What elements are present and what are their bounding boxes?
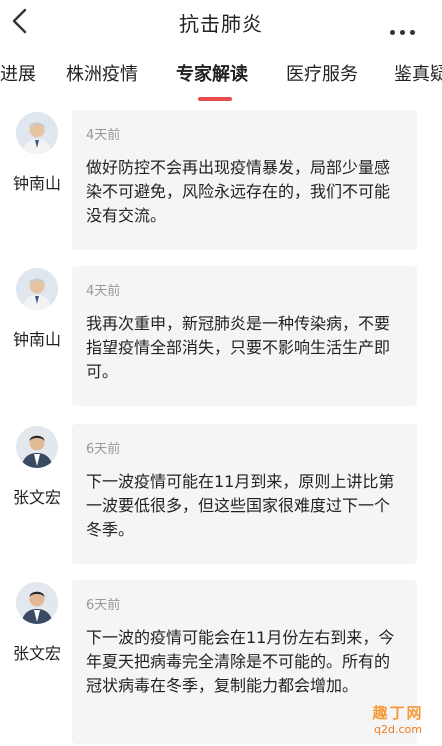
tab-zhuzhou[interactable]: 株洲疫情 — [66, 60, 138, 86]
timestamp: 4天前 — [86, 128, 121, 143]
tab-expert[interactable]: 专家解读 — [176, 60, 248, 86]
list-item: 张文宏 6天前 下一波疫情可能在11月到来，原则上讲比第一波要低很多，但这些国家… — [0, 424, 442, 574]
person-avatar-icon — [16, 268, 58, 310]
author-name: 钟南山 — [12, 330, 61, 349]
message-text: 做好防控不会再出现疫情暴发，局部少量感染不可避免，风险永远存在的，我们不可能没有… — [86, 158, 391, 225]
timestamp: 6天前 — [86, 598, 121, 613]
watermark-url: q2d.com — [374, 723, 422, 736]
timestamp: 4天前 — [86, 284, 121, 299]
person-avatar-icon — [16, 426, 58, 468]
avatar — [16, 268, 58, 310]
message-text: 我再次重申，新冠肺炎是一种传染病，不要指望疫情全部消失，只要不影响生活生产即可。 — [86, 314, 391, 381]
expert-feed: 钟南山 4天前 做好防控不会再出现疫情暴发，局部少量感染不可避免，风险永远存在的… — [0, 102, 442, 746]
author-name: 张文宏 — [12, 644, 61, 663]
more-dots-icon[interactable] — [390, 20, 420, 35]
author-name: 钟南山 — [12, 174, 61, 193]
author-name: 张文宏 — [12, 488, 61, 507]
avatar — [16, 426, 58, 468]
person-avatar-icon — [16, 112, 58, 154]
avatar — [16, 582, 58, 624]
list-item: 钟南山 4天前 做好防控不会再出现疫情暴发，局部少量感染不可避免，风险永远存在的… — [0, 110, 442, 260]
site-watermark: 趣丁网 q2d.com — [366, 702, 430, 740]
tab-verify[interactable]: 鉴真疑 — [394, 60, 442, 86]
tab-medical[interactable]: 医疗服务 — [286, 60, 358, 86]
message-text: 下一波疫情可能在11月到来，原则上讲比第一波要低很多，但这些国家很难度过下一个冬… — [86, 472, 395, 539]
tab-bar: 进展 株洲疫情 专家解读 医疗服务 鉴真疑 — [0, 44, 442, 103]
timestamp: 6天前 — [86, 442, 121, 457]
person-avatar-icon — [16, 582, 58, 624]
message-bubble[interactable]: 4天前 我再次重申，新冠肺炎是一种传染病，不要指望疫情全部消失，只要不影响生活生… — [72, 266, 417, 406]
tab-progress[interactable]: 进展 — [0, 60, 36, 86]
watermark-title: 趣丁网 — [372, 704, 424, 722]
list-item: 钟南山 4天前 我再次重申，新冠肺炎是一种传染病，不要指望疫情全部消失，只要不影… — [0, 266, 442, 416]
top-bar: 抗击肺炎 — [0, 0, 442, 44]
page-title: 抗击肺炎 — [179, 12, 263, 36]
message-bubble[interactable]: 4天前 做好防控不会再出现疫情暴发，局部少量感染不可避免，风险永远存在的，我们不… — [72, 110, 417, 250]
message-bubble[interactable]: 6天前 下一波疫情可能在11月到来，原则上讲比第一波要低很多，但这些国家很难度过… — [72, 424, 417, 564]
message-text: 下一波的疫情可能会在11月份左右到来，今年夏天把病毒完全清除是不可能的。所有的冠… — [86, 628, 395, 695]
avatar — [16, 112, 58, 154]
active-tab-indicator — [198, 97, 232, 101]
